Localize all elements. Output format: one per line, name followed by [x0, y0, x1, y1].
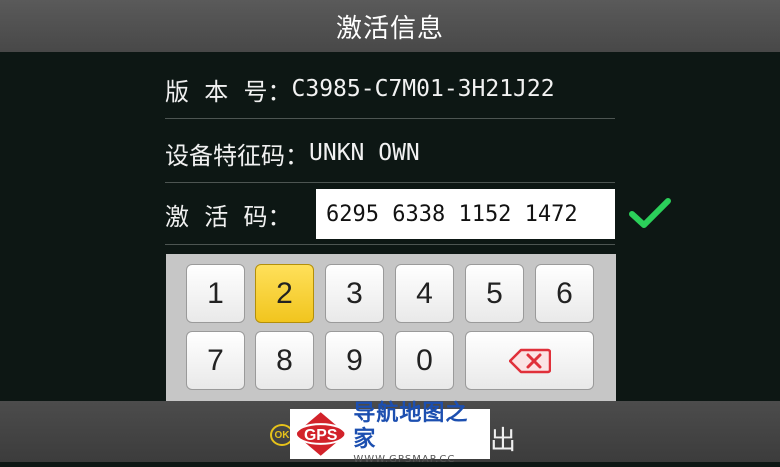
key-7[interactable]: 7 [186, 331, 245, 390]
watermark: GPS 导航地图之家 WWW.GPSMAP.CC [290, 401, 490, 465]
device-label: 设备特征码： [165, 141, 309, 170]
version-row: 版 本 号： C3985-C7M01-3H21J22 [165, 61, 615, 117]
check-icon [629, 198, 671, 228]
page-title: 激活信息 [335, 13, 444, 44]
divider [165, 182, 615, 183]
numeric-keypad: 1 2 3 4 5 6 7 8 9 0 [166, 254, 616, 402]
key-2[interactable]: 2 [255, 264, 314, 323]
exit-button-label[interactable]: 出 [490, 420, 516, 457]
divider [165, 118, 615, 119]
activation-row: 激 活 码： [165, 186, 315, 242]
key-3[interactable]: 3 [325, 264, 384, 323]
backspace-icon [508, 348, 551, 373]
key-8[interactable]: 8 [255, 331, 314, 390]
version-label: 版 本 号： [165, 77, 292, 106]
title-bar: 激活信息 [0, 0, 780, 52]
device-row: 设备特征码： UNKN OWN [165, 125, 615, 181]
activation-label: 激 活 码： [165, 202, 292, 231]
key-0[interactable]: 0 [395, 331, 454, 390]
divider [165, 244, 615, 245]
gps-logo-icon: GPS [294, 412, 347, 456]
watermark-site-name: 导航地图之家 [353, 401, 469, 452]
backspace-button[interactable] [465, 331, 594, 390]
activation-code-input[interactable] [316, 189, 615, 239]
device-value: UNKN OWN [309, 140, 420, 166]
watermark-url: WWW.GPSMAP.CC [353, 454, 456, 465]
key-9[interactable]: 9 [325, 331, 384, 390]
version-value: C3985-C7M01-3H21J22 [291, 76, 555, 102]
key-6[interactable]: 6 [535, 264, 594, 323]
key-4[interactable]: 4 [395, 264, 454, 323]
key-5[interactable]: 5 [465, 264, 524, 323]
key-1[interactable]: 1 [186, 264, 245, 323]
svg-text:GPS: GPS [304, 427, 337, 444]
